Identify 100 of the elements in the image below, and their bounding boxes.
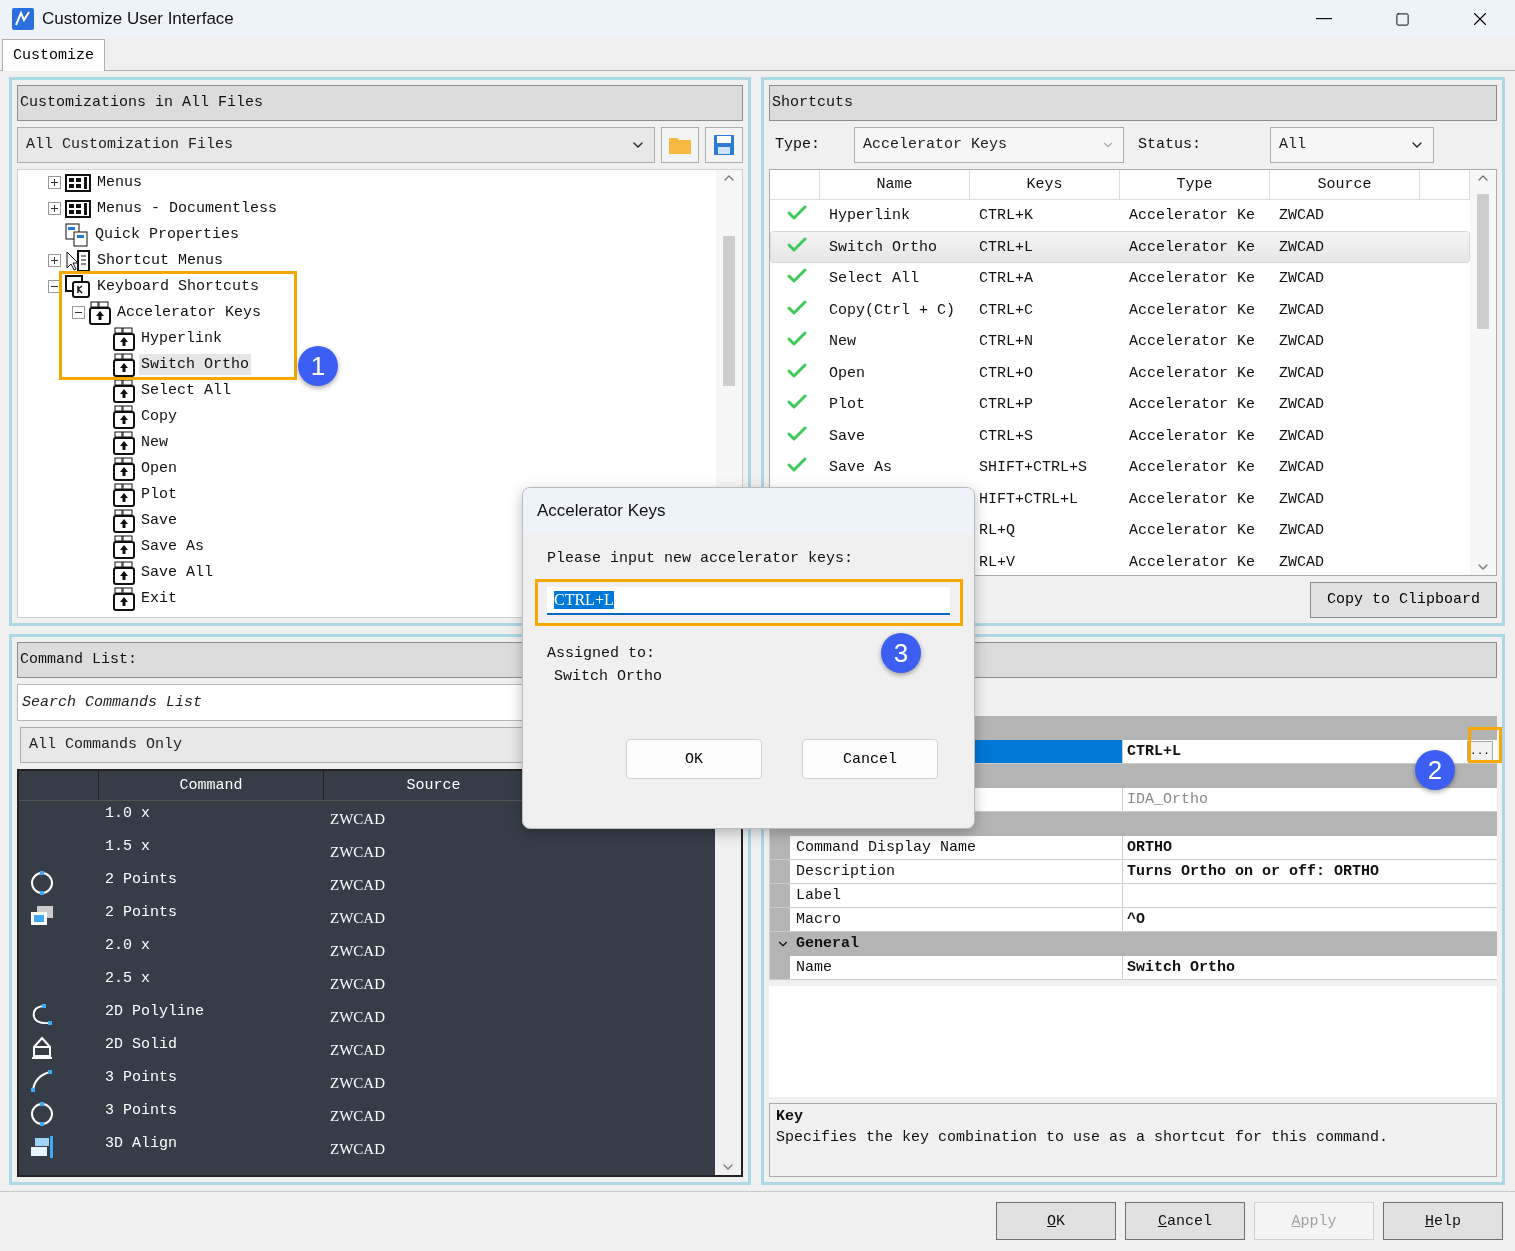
property-name[interactable]: Label [790,883,1123,907]
table-cell-text: Accelerator Ke [1128,459,1257,477]
tree-item[interactable]: Plot [139,484,179,506]
table-cell-text: ZWCAD [1278,459,1325,477]
command-name[interactable]: 2 Points [99,899,324,933]
shortcut-row[interactable]: Copy(Ctrl + C) CTRL+C Accelerator Ke ZWCAD [770,294,1470,326]
tree-item[interactable]: Hyperlink [139,328,224,350]
dialog-button[interactable]: OK [626,739,762,779]
tree-item[interactable]: Menus - Documentless [95,198,280,220]
column-header[interactable]: Source [1270,169,1420,199]
command-name[interactable]: 2.0 x [99,932,324,966]
table-cell-text: Accelerator Ke [1128,522,1257,540]
scrollbar-thumb[interactable] [1477,193,1489,329]
scrollbar-thumb[interactable] [723,235,735,386]
tree-item[interactable]: Copy [139,406,179,428]
property-name[interactable]: Description [790,859,1123,883]
tree-item[interactable]: Keyboard Shortcuts [95,276,262,298]
command-name[interactable]: 1.0 x [99,800,324,834]
table-cell-text: CTRL+C [978,301,1034,319]
tree-item[interactable]: Menus [95,172,144,194]
property-name[interactable]: Name [790,955,1123,979]
tree-item[interactable]: New [139,432,170,454]
expand-icon[interactable] [48,254,61,268]
tree-item[interactable]: Switch Ortho [139,354,252,376]
property-value: Turns Ortho on or off: ORTHO [1127,862,1380,880]
property-name[interactable]: Macro [790,907,1123,931]
tree-item[interactable]: Exit [139,588,179,610]
tree-item[interactable]: Quick Properties [93,224,242,246]
key-input-field[interactable]: CTRL+L [547,587,950,615]
footer-button[interactable]: Cancel [1125,1202,1245,1241]
shortcut-row[interactable]: Select All CTRL+A Accelerator Ke ZWCAD [770,262,1470,295]
expand-icon[interactable] [48,176,61,190]
table-cell-text: ZWCAD [1278,522,1325,540]
table-cell-text: ZWCAD [329,1007,386,1027]
expand-icon[interactable] [48,202,61,216]
table-cell-text: ZWCAD [1278,333,1325,351]
shortcut-row[interactable]: Save As SHIFT+CTRL+S Accelerator Ke ZWCAD [770,451,1470,484]
shortcut-row[interactable]: Switch Ortho CTRL+L Accelerator Ke ZWCAD [770,231,1470,263]
align-icon [29,1134,55,1161]
column-header[interactable]: Name [820,169,970,199]
tree-item[interactable]: Accelerator Keys [115,302,264,324]
key-icon [113,456,135,481]
command-name[interactable]: 3D Align [99,1130,324,1164]
shortcut-row[interactable]: Hyperlink CTRL+K Accelerator Ke ZWCAD [770,199,1470,232]
shortcut-row[interactable]: Open CTRL+O Accelerator Ke ZWCAD [770,357,1470,389]
save-button[interactable] [705,126,743,163]
key-icon [113,404,135,429]
command-name[interactable]: 1.5 x [99,833,324,867]
collapse-icon[interactable] [72,306,85,320]
table-cell-text: CTRL+L [978,238,1034,256]
floppy-icon [713,133,735,156]
column-header[interactable]: Command [99,770,324,800]
table-cell-text: Hyperlink [828,207,911,225]
collapse-icon[interactable] [48,280,61,294]
table-cell-text: Accelerator Ke [1128,301,1257,319]
type-dropdown[interactable]: Accelerator Keys [854,126,1124,163]
column-header[interactable]: Type [1120,169,1270,199]
copy-to-clipboard-button[interactable]: Copy to Clipboard [1309,581,1497,618]
table-cell-text: ZWCAD [1278,301,1325,319]
table-cell-text: Accelerator Ke [1128,490,1257,508]
command-name[interactable]: 2D Polyline [99,998,324,1032]
status-label: Status: [1138,136,1202,154]
key-icon [113,534,135,559]
table-cell-text: ZWCAD [329,875,386,895]
status-dropdown[interactable]: All [1270,126,1435,163]
properties-icon [65,222,89,247]
scrollbar[interactable] [1470,169,1496,575]
command-name[interactable]: 3 Points [99,1064,324,1098]
tree-item[interactable]: Shortcut Menus [95,250,226,272]
command-name[interactable]: 2.5 x [99,965,324,999]
command-name[interactable]: 2D Solid [99,1031,324,1065]
table-cell-text: ZWCAD [329,974,386,994]
shortcut-row[interactable]: Plot CTRL+P Accelerator Ke ZWCAD [770,388,1470,421]
tree-item[interactable]: Select All [139,380,233,402]
key-icon [113,326,135,351]
file-dropdown[interactable]: All Customization Files [17,126,655,163]
property-name[interactable]: Command Display Name [790,835,1123,859]
tab[interactable]: Customize [2,38,105,71]
tree-item[interactable]: Save [139,510,179,532]
footer-button[interactable]: OK [996,1202,1116,1241]
command-name[interactable]: 3 Points [99,1097,324,1131]
column-header[interactable]: Keys [970,169,1120,199]
circle-icon [29,1101,55,1128]
property-value: CTRL+L [1127,742,1181,760]
browse-button[interactable]: ... [1467,741,1493,762]
menu-icon [65,199,91,218]
command-name[interactable]: 2 Points [99,866,324,900]
table-cell-text: Select All [828,270,920,288]
footer-button[interactable]: Help [1383,1202,1503,1241]
property-value: ^O [1127,910,1145,928]
table-cell-text: Open [828,364,866,382]
table-cell-text: ZWCAD [1278,270,1325,288]
shortcut-row[interactable]: Save CTRL+S Accelerator Ke ZWCAD [770,420,1470,452]
tree-item[interactable]: Save As [139,536,206,558]
shortcut-row[interactable]: New CTRL+N Accelerator Ke ZWCAD [770,325,1470,358]
tree-item[interactable]: Open [139,458,179,480]
tree-item[interactable]: Save All [139,562,215,584]
table-cell-text: Accelerator Ke [1128,238,1257,256]
dialog-button[interactable]: Cancel [802,739,938,779]
minimize-icon [1316,18,1332,20]
